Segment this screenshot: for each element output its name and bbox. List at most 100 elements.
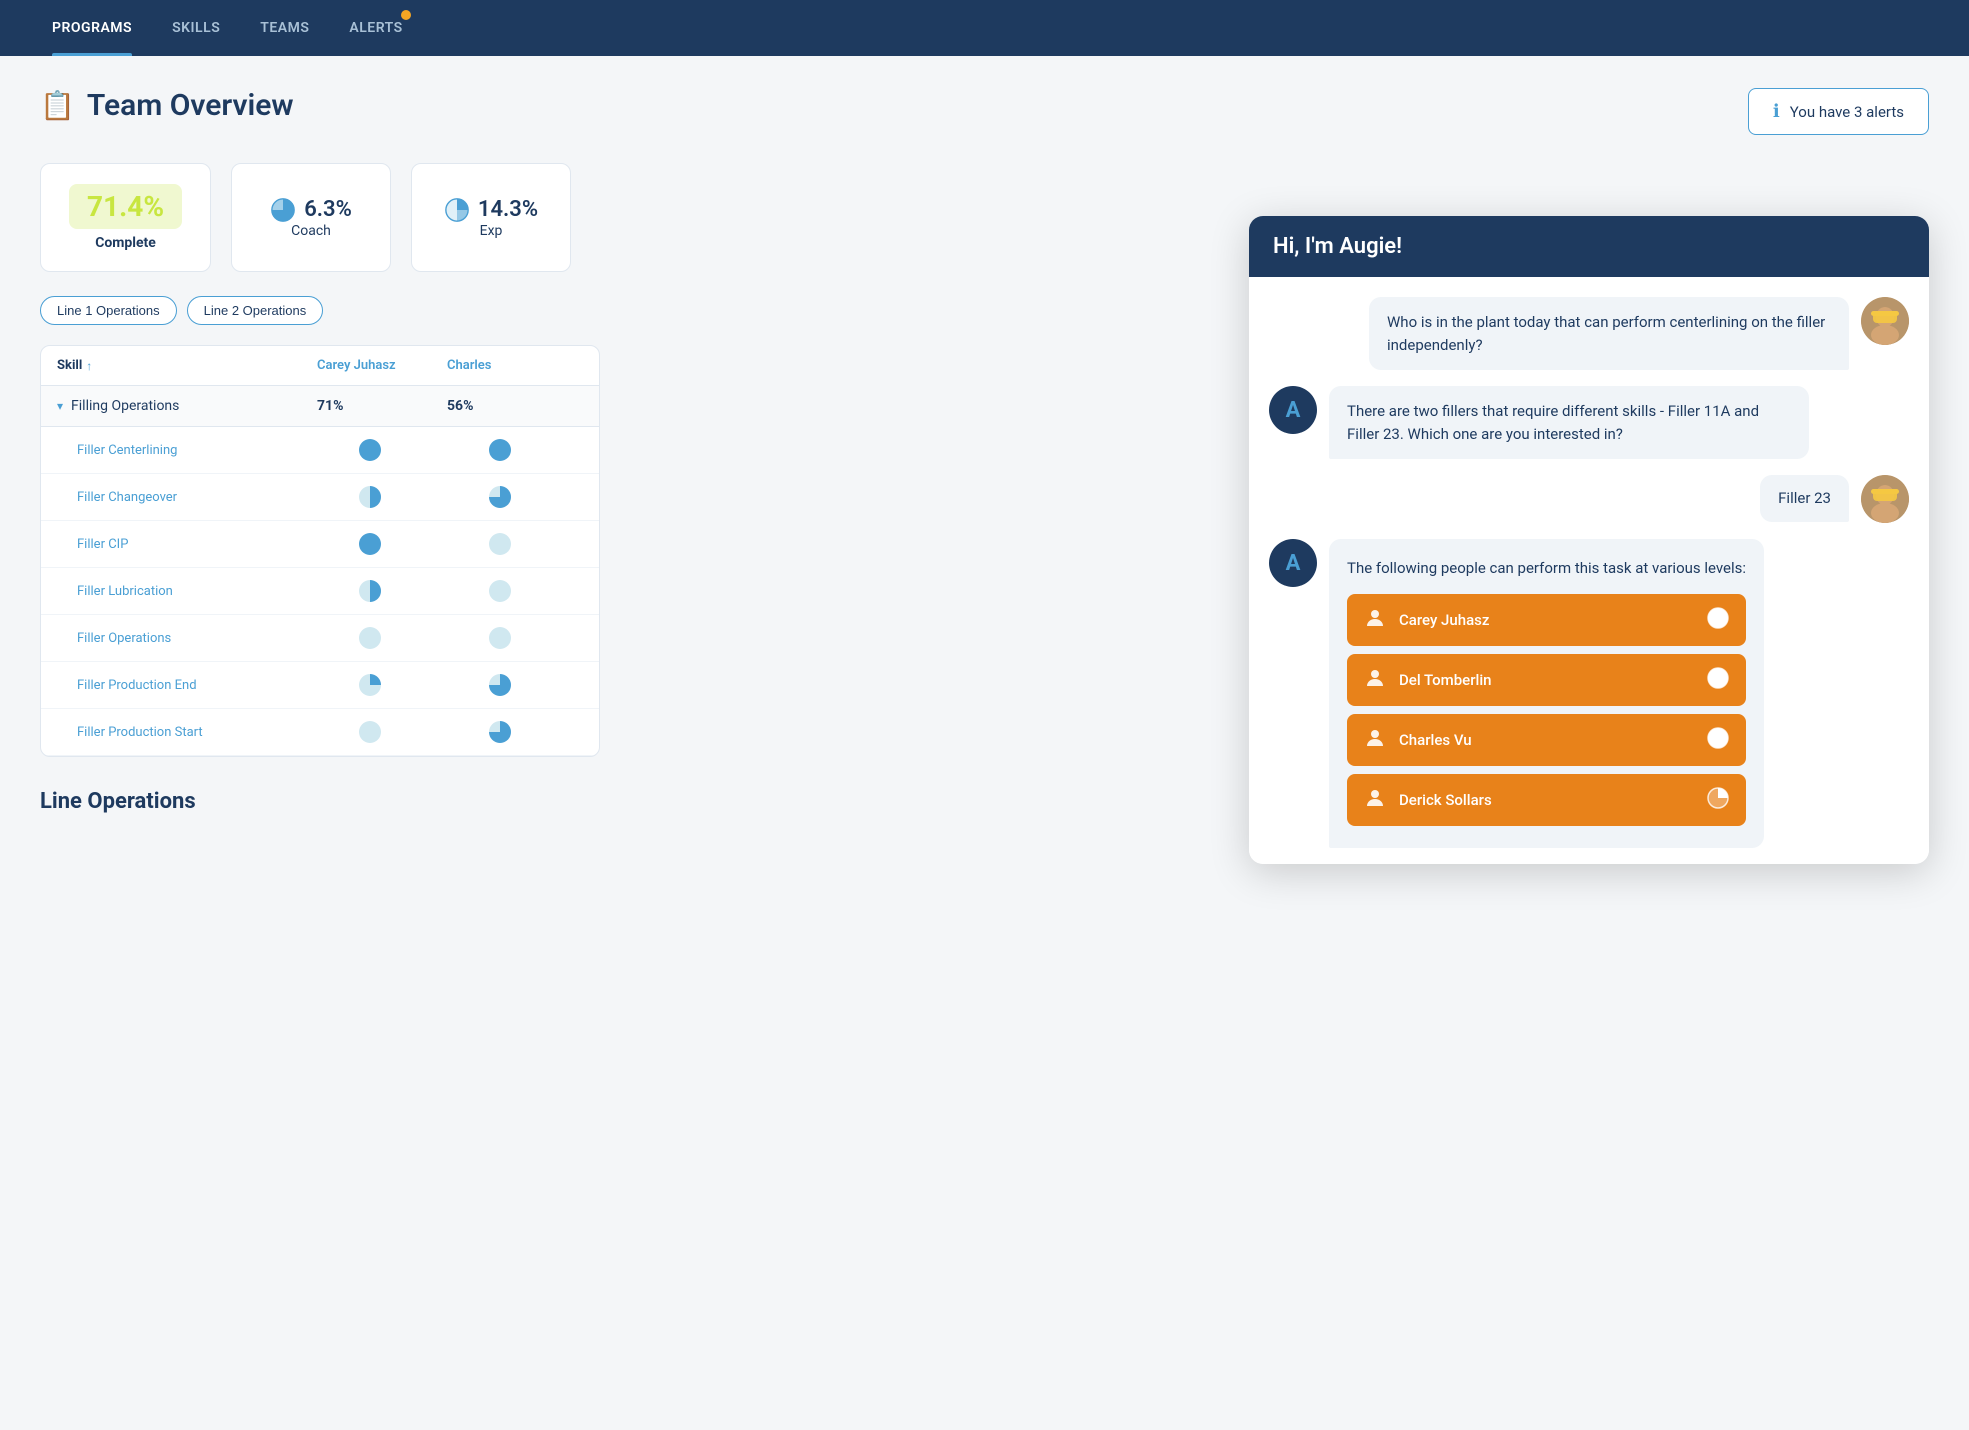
stat-coach: 6.3% Coach [231, 163, 391, 272]
exp-label: Exp [480, 223, 503, 239]
msg-user-1: Who is in the plant today that can perfo… [1269, 297, 1909, 370]
skill-carey-icon [337, 531, 467, 557]
col-carey-header[interactable]: Carey Juhasz [317, 358, 447, 373]
person-icon [1363, 606, 1387, 634]
skill-carey-icon [337, 719, 467, 745]
msg-user-2: Filler 23 [1269, 475, 1909, 523]
exp-pie-icon [444, 197, 470, 223]
table-row: Filler Production Start [41, 709, 599, 756]
person-button[interactable]: Carey Juhasz [1347, 594, 1746, 646]
user-avatar-2 [1861, 475, 1909, 523]
coach-label: Coach [291, 223, 331, 239]
stat-exp: 14.3% Exp [411, 163, 571, 272]
alerts-badge [401, 10, 411, 20]
sort-icon: ↑ [86, 359, 92, 373]
stat-complete: 71.4% Complete [40, 163, 211, 272]
chevron-icon: ▾ [57, 399, 63, 413]
nav-skills[interactable]: SKILLS [152, 0, 240, 56]
table-row: Filler Production End [41, 662, 599, 709]
table-row: Filler Operations [41, 615, 599, 662]
group-charles-pct: 56% [447, 398, 577, 414]
skill-charles-icon [467, 484, 597, 510]
skill-carey-icon [337, 578, 467, 604]
filter-line2[interactable]: Line 2 Operations [187, 296, 324, 325]
person-skill-icon [1706, 786, 1730, 814]
chat-header: Hi, I'm Augie! [1249, 216, 1929, 277]
page-title: Team Overview [87, 88, 294, 123]
skill-name[interactable]: Filler Production Start [77, 725, 337, 740]
person-icon [1363, 786, 1387, 814]
msg-bot-1: A There are two fillers that require dif… [1269, 386, 1909, 459]
skill-charles-icon [467, 672, 597, 698]
filter-line1[interactable]: Line 1 Operations [40, 296, 177, 325]
person-name: Carey Juhasz [1399, 611, 1489, 629]
skill-carey-icon [337, 625, 467, 651]
person-icon [1363, 666, 1387, 694]
table-row: Filler Centerlining [41, 427, 599, 474]
msg-bubble-1: Who is in the plant today that can perfo… [1369, 297, 1849, 370]
skill-rows: Filler Centerlining Filler Changeover Fi… [41, 427, 599, 756]
alerts-box[interactable]: ℹ You have 3 alerts [1748, 88, 1929, 135]
group-carey-pct: 71% [317, 398, 447, 414]
msg-bot-2: A The following people can perform this … [1269, 539, 1909, 848]
person-skill-icon [1706, 666, 1730, 694]
table-row: Filler Changeover [41, 474, 599, 521]
person-button[interactable]: Del Tomberlin [1347, 654, 1746, 706]
page-content: 📋 Team Overview ℹ You have 3 alerts 71.4… [0, 56, 1969, 846]
title-wrap: 📋 Team Overview [40, 88, 294, 123]
nav-alerts[interactable]: ALERTS [329, 0, 422, 56]
complete-value: 71.4% [69, 184, 182, 229]
msg-bubble-2: There are two fillers that require diffe… [1329, 386, 1809, 459]
alerts-text: You have 3 alerts [1790, 103, 1904, 121]
person-icon [1363, 726, 1387, 754]
group-name: Filling Operations [71, 398, 179, 414]
main-nav: PROGRAMS SKILLS TEAMS ALERTS [0, 0, 1969, 56]
coach-pie-icon [270, 197, 296, 223]
people-list: Carey Juhasz Del Tomberlin [1347, 594, 1746, 826]
skill-name[interactable]: Filler Operations [77, 631, 337, 646]
skill-carey-icon [337, 484, 467, 510]
bot-avatar-1: A [1269, 386, 1317, 434]
info-icon: ℹ [1773, 101, 1780, 122]
user-avatar-1 [1861, 297, 1909, 345]
nav-programs[interactable]: PROGRAMS [32, 0, 152, 56]
person-button[interactable]: Charles Vu [1347, 714, 1746, 766]
table-row: Filler CIP [41, 521, 599, 568]
skill-name[interactable]: Filler Centerlining [77, 443, 337, 458]
complete-label: Complete [95, 235, 156, 251]
chat-body: Who is in the plant today that can perfo… [1249, 277, 1929, 864]
skill-name[interactable]: Filler Production End [77, 678, 337, 693]
nav-teams[interactable]: TEAMS [240, 0, 329, 56]
table-row: Filler Lubrication [41, 568, 599, 615]
exp-value: 14.3% [478, 197, 538, 222]
group-filling[interactable]: ▾ Filling Operations 71% 56% [41, 386, 599, 427]
bot-avatar-2: A [1269, 539, 1317, 587]
col-skill-header[interactable]: Skill ↑ [57, 358, 317, 373]
skill-carey-icon [337, 672, 467, 698]
person-name: Del Tomberlin [1399, 671, 1492, 689]
table-header: Skill ↑ Carey Juhasz Charles [41, 346, 599, 386]
msg-bubble-3: Filler 23 [1760, 475, 1849, 522]
skill-charles-icon [467, 437, 597, 463]
person-button[interactable]: Derick Sollars [1347, 774, 1746, 826]
coach-value: 6.3% [304, 197, 352, 222]
person-name: Charles Vu [1399, 731, 1472, 749]
skills-table: Skill ↑ Carey Juhasz Charles ▾ Filling O… [40, 345, 600, 757]
chat-panel: Hi, I'm Augie! Who is in the plant today… [1249, 216, 1929, 864]
page-header: 📋 Team Overview ℹ You have 3 alerts [40, 88, 1929, 135]
person-skill-icon [1706, 726, 1730, 754]
skill-name[interactable]: Filler Changeover [77, 490, 337, 505]
skill-charles-icon [467, 719, 597, 745]
people-bubble-text: The following people can perform this ta… [1347, 557, 1746, 580]
skill-carey-icon [337, 437, 467, 463]
person-skill-icon [1706, 606, 1730, 634]
skill-charles-icon [467, 578, 597, 604]
title-icon: 📋 [40, 89, 75, 122]
skill-name[interactable]: Filler Lubrication [77, 584, 337, 599]
person-name: Derick Sollars [1399, 791, 1492, 809]
skill-name[interactable]: Filler CIP [77, 537, 337, 552]
col-charles-header[interactable]: Charles [447, 358, 577, 373]
skill-charles-icon [467, 531, 597, 557]
people-bubble: The following people can perform this ta… [1329, 539, 1764, 848]
skill-charles-icon [467, 625, 597, 651]
